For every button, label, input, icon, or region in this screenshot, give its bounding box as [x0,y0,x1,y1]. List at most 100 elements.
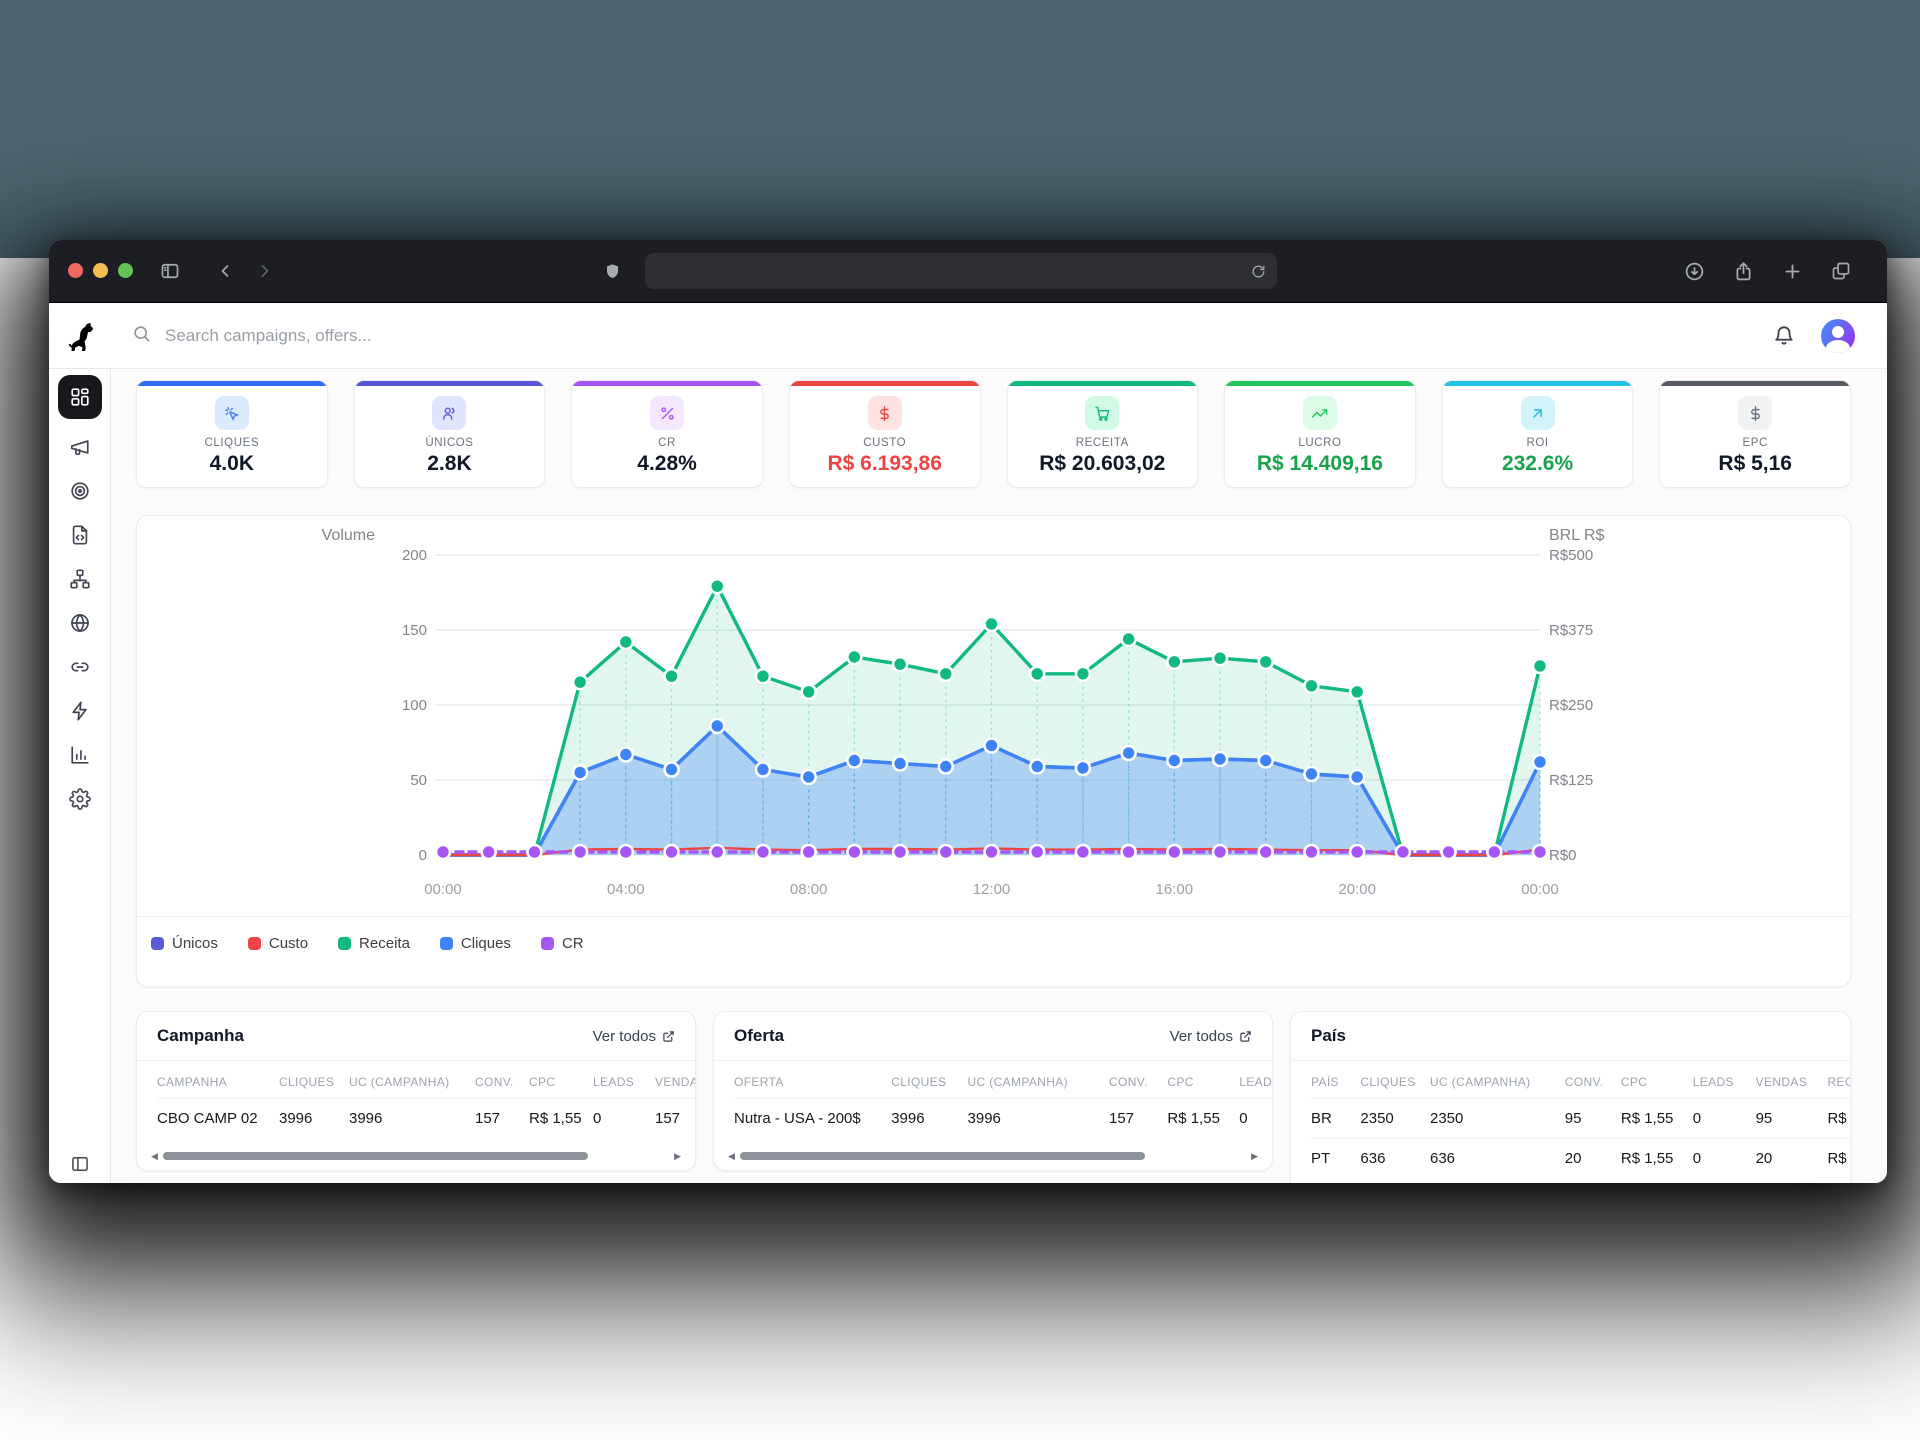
sidebar-item-pages[interactable] [49,513,110,557]
traffic-light-close[interactable] [68,263,83,278]
zap-icon [69,700,91,722]
scroll-right-arrow[interactable]: ▶ [1251,1152,1258,1161]
column-header: VENDAS [655,1063,695,1099]
legend-item-cr[interactable]: CR [541,935,584,952]
scrollbar-thumb[interactable] [163,1152,588,1160]
cart-icon [1085,396,1119,430]
scrollbar-track[interactable] [740,1152,1246,1160]
kpi-card-custo: CUSTOR$ 6.193,86 [789,380,981,488]
download-icon[interactable] [1680,257,1708,285]
legend-label: Custo [269,935,308,952]
sidebar-item-dashboard[interactable] [49,369,110,425]
sidebar-toggle-icon[interactable] [156,257,184,285]
table-cell: 20 [1756,1139,1828,1179]
traffic-light-zoom[interactable] [118,263,133,278]
table-row[interactable]: BR2350235095R$ 1,55095R$ 9.288,09 [1311,1099,1850,1139]
svg-text:0: 0 [419,847,427,864]
column-header: UC (CAMPANHA) [968,1063,1109,1099]
column-header: LEADS [1693,1063,1756,1099]
svg-text:08:00: 08:00 [790,881,828,898]
table-cell: 2350 [1360,1099,1430,1139]
back-icon[interactable] [211,257,239,285]
avatar[interactable] [1821,319,1855,353]
horizontal-scrollbar[interactable]: ◀▶ [728,1150,1258,1162]
share-icon[interactable] [1729,257,1757,285]
browser-toolbar [49,240,1887,303]
data-table: OFERTACLIQUESUC (CAMPANHA)CONV.CPCLEADSV… [734,1063,1272,1138]
kpi-label: ÚNICOS [425,437,473,449]
table-cell: 0 [1693,1099,1756,1139]
legend-item-custo[interactable]: Custo [248,935,308,952]
table-cell: BR [1311,1099,1360,1139]
scrollbar-thumb[interactable] [740,1152,1145,1160]
table-title: Campanha [157,1026,244,1046]
table-cell: Nutra - USA - 200$ [734,1099,891,1139]
sidebar-item-flows[interactable] [49,557,110,601]
arrow-up-right-icon [1521,396,1555,430]
legend-swatch [541,937,554,950]
table-row[interactable]: CBO CAMP 0239963996157R$ 1,550157R [157,1099,695,1139]
column-header: UC (CAMPANHA) [1430,1063,1565,1099]
sidebar-item-automation[interactable] [49,689,110,733]
scroll-left-arrow[interactable]: ◀ [151,1152,158,1161]
sidebar [49,369,111,1183]
legend-label: Únicos [172,935,218,952]
column-header: CLIQUES [279,1063,349,1099]
table-row[interactable]: PT63663620R$ 1,55020R$ 3.484,10 [1311,1139,1850,1179]
sidebar-item-settings[interactable] [49,777,110,821]
app-root: CLIQUES4.0KÚNICOS2.8KCR4.28%CUSTOR$ 6.19… [49,303,1887,1183]
panel-left-icon[interactable] [49,1154,110,1174]
legend-item-receita[interactable]: Receita [338,935,410,952]
table-title: País [1311,1026,1346,1046]
kpi-accent-bar [1443,381,1633,386]
reload-icon[interactable] [1243,256,1273,286]
sidebar-item-offers[interactable] [49,469,110,513]
tab-overview-icon[interactable] [1827,257,1855,285]
table-cell: 0 [593,1099,655,1139]
users-icon [432,396,466,430]
bell-icon[interactable] [1773,325,1795,347]
kpi-accent-bar [355,381,545,386]
ver-todos-link[interactable]: Ver todos [593,1028,675,1045]
sidebar-item-campaigns[interactable] [49,425,110,469]
table-cell: 3996 [968,1099,1109,1139]
svg-text:R$0: R$0 [1549,847,1577,864]
search-bar[interactable] [110,324,1773,348]
table-cell: R$ 9.288,09 [1827,1099,1850,1139]
svg-text:00:00: 00:00 [1521,881,1559,898]
horizontal-scrollbar[interactable]: ◀▶ [151,1150,681,1162]
new-tab-icon[interactable] [1778,257,1806,285]
legend-item-cliques[interactable]: Cliques [440,935,511,952]
bar-chart-icon [69,744,91,766]
table-cell: R$ 1,55 [1167,1099,1239,1139]
ver-todos-link[interactable]: Ver todos [1170,1028,1252,1045]
svg-text:R$250: R$250 [1549,697,1593,714]
kpi-label: LUCRO [1298,437,1341,449]
url-input[interactable] [645,253,1243,289]
svg-text:12:00: 12:00 [973,881,1011,898]
column-header: LEADS [1239,1063,1272,1099]
search-input[interactable] [163,325,767,347]
desktop: CLIQUES4.0KÚNICOS2.8KCR4.28%CUSTOR$ 6.19… [0,0,1920,1440]
browser-window: CLIQUES4.0KÚNICOS2.8KCR4.28%CUSTOR$ 6.19… [49,240,1887,1183]
table-row[interactable]: Nutra - USA - 200$39963996157R$ 1,550157 [734,1099,1272,1139]
scroll-right-arrow[interactable]: ▶ [674,1152,681,1161]
legend-item-únicos[interactable]: Únicos [151,935,218,952]
table-cell: 3996 [349,1099,475,1139]
kpi-card-únicos: ÚNICOS2.8K [354,380,546,488]
dog-logo[interactable] [49,321,110,351]
kpi-accent-bar [137,381,327,386]
scrollbar-track[interactable] [163,1152,669,1160]
sidebar-item-domains[interactable] [49,601,110,645]
address-bar[interactable] [645,253,1277,289]
scroll-left-arrow[interactable]: ◀ [728,1152,735,1161]
sidebar-item-links[interactable] [49,645,110,689]
dollar-icon [868,396,902,430]
shield-icon[interactable] [598,257,626,285]
kpi-row: CLIQUES4.0KÚNICOS2.8KCR4.28%CUSTOR$ 6.19… [136,380,1851,488]
sidebar-item-reports[interactable] [49,733,110,777]
forward-icon[interactable] [251,257,279,285]
column-header: CONV. [1109,1063,1167,1099]
column-header: UC (CAMPANHA) [349,1063,475,1099]
traffic-light-minimize[interactable] [93,263,108,278]
